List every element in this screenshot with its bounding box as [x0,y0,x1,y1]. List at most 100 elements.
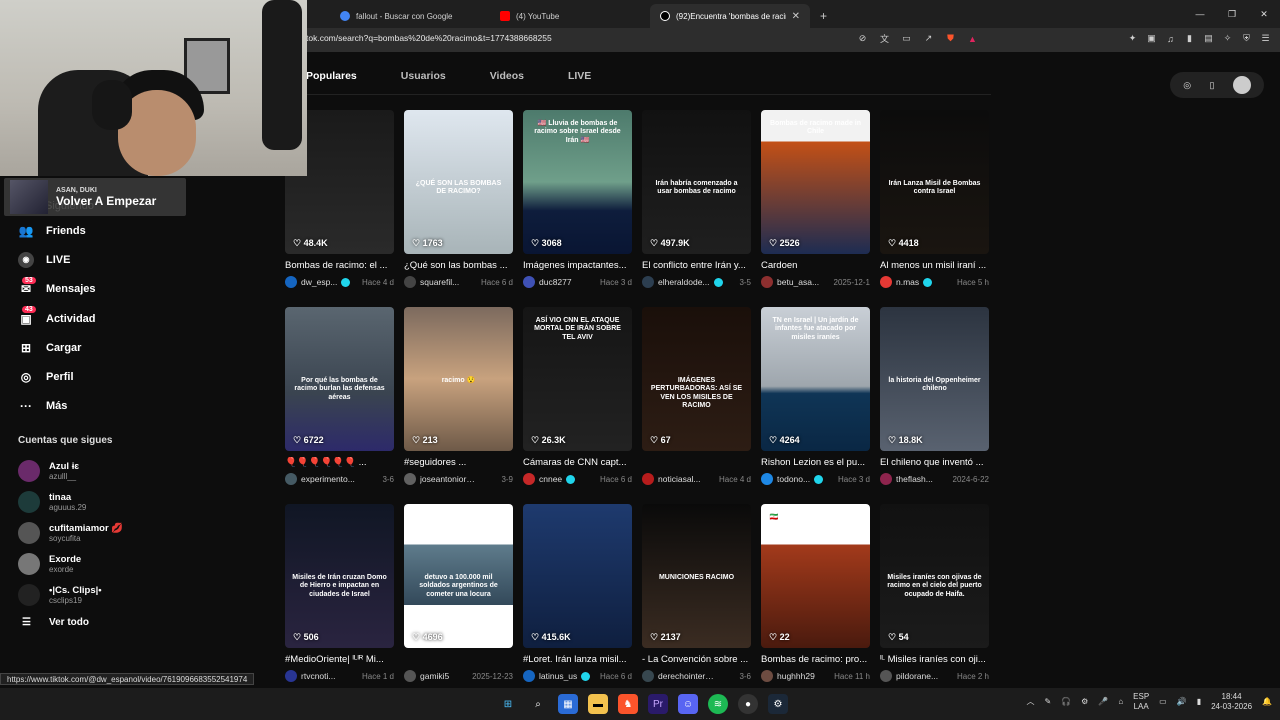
avatar[interactable] [523,276,535,288]
see-all-button[interactable]: ☰ Ver todo [0,610,270,634]
sidebar-item-more[interactable]: ··· Más [0,392,270,421]
video-card[interactable]: ASÍ VIO CNN EL ATAQUE MORTAL DE IRÁN SOB… [523,307,632,485]
avatar[interactable] [642,473,654,485]
video-card[interactable]: 🇮🇷 Irán impacta con misiles de racimo y … [761,504,870,682]
tab-usuarios[interactable]: Usuarios [401,70,446,92]
search-icon[interactable]: ⌕ [528,694,548,714]
tab-google[interactable]: fallout - Buscar con Google [330,4,490,28]
avatar[interactable] [523,670,535,682]
video-thumbnail[interactable]: ♡ 415.6K [523,504,632,648]
cast-icon[interactable]: ▭ [900,32,913,45]
menu-icon[interactable]: ☰ [1259,32,1272,45]
video-card[interactable]: Irán Lanza Misil de Bombas contra Israel… [880,110,989,288]
video-title[interactable]: - La Convención sobre ... [642,654,751,666]
wallet-icon[interactable]: ▤ [1202,32,1215,45]
video-title[interactable]: #Loret. Irán lanza misil... [523,654,632,666]
video-author[interactable]: joseantoniora... [420,474,478,484]
video-thumbnail[interactable]: ASÍ VIO CNN EL ATAQUE MORTAL DE IRÁN SOB… [523,307,632,451]
video-card[interactable]: ¿QUÉ SON LAS BOMBAS DE RACIMO? ♡ 1763 ¿Qué… [404,110,513,288]
video-author[interactable]: todono... [777,474,810,484]
premiere-icon[interactable]: Pr [648,694,668,714]
file-explorer-icon[interactable]: ▬ [588,694,608,714]
video-author[interactable]: rtvcnoti... [301,671,335,681]
tab-tiktok[interactable]: (92)Encuentra 'bombas de racimo ✕ [650,4,810,28]
steam-tray-icon[interactable]: ⚙ [1081,697,1088,706]
following-account[interactable]: cufitamiamor 💋 soycufita [0,517,270,548]
pen-icon[interactable]: ✎ [1045,697,1052,706]
video-author[interactable]: gamiki5 [420,671,449,681]
following-account[interactable]: Exorde exorde [0,548,270,579]
share-icon[interactable]: ↗ [922,32,935,45]
avatar[interactable] [880,670,892,682]
avatar[interactable] [285,276,297,288]
sidebar-item-profile[interactable]: ◎ Perfil [0,362,270,391]
video-thumbnail[interactable]: Irán Lanza Misil de Bombas contra Israel… [880,110,989,254]
new-tab-button[interactable]: + [810,4,837,28]
notifications-icon[interactable]: 🔔 [1262,697,1272,706]
avatar[interactable] [404,670,416,682]
sidebar-item-live[interactable]: ◉ LIVE [0,245,270,274]
close-tab-icon[interactable]: ✕ [792,11,800,22]
video-thumbnail[interactable]: 🇮🇷 Irán impacta con misiles de racimo y … [761,504,870,648]
battery-icon[interactable]: ▮ [1197,697,1201,706]
video-author[interactable]: cnnee [539,474,562,484]
tab-youtube[interactable]: (4) YouTube [490,4,650,28]
video-title[interactable]: #seguidores ... [404,457,513,469]
tab-videos[interactable]: Videos [490,70,524,92]
avatar[interactable] [880,276,892,288]
reader-icon[interactable]: ⊘ [856,32,869,45]
volume-icon[interactable]: 🔊 [1177,697,1187,706]
avatar[interactable] [761,473,773,485]
video-card[interactable]: Por qué las bombas de racimo burlan las … [285,307,394,485]
video-title[interactable] [642,457,751,469]
video-author[interactable]: squarefil... [420,277,459,287]
video-author[interactable]: experimento... [301,474,355,484]
video-title[interactable]: Bombas de racimo: pro... [761,654,870,666]
avatar[interactable] [880,473,892,485]
discord-icon[interactable]: ☺ [678,694,698,714]
spotify-icon[interactable]: ≋ [708,694,728,714]
avatar[interactable] [1232,76,1251,94]
network-icon[interactable]: ⌂ [1118,697,1123,706]
windows-start-icon[interactable]: ⊞ [498,694,518,714]
avatar[interactable] [523,473,535,485]
video-card[interactable]: ♡ 415.6K #Loret. Irán lanza misil... latin… [523,504,632,682]
video-author[interactable]: betu_asa... [777,277,819,287]
tab-populares[interactable]: Populares [306,70,357,92]
video-title[interactable]: Bombas de racimo: el ... [285,260,394,272]
sidebar-icon[interactable]: ▮ [1183,32,1196,45]
video-title[interactable]: 🎈🎈🎈🎈🎈🎈 ... [285,457,394,469]
extensions-icon[interactable]: ✦ [1126,32,1139,45]
following-account[interactable]: tinaa aguuus.29 [0,486,270,517]
avatar[interactable] [285,670,297,682]
video-card[interactable]: MUNICIONES RACIMO ♡ 2137 - La Convención s… [642,504,751,682]
headphones-icon[interactable]: 🎧 [1061,697,1071,706]
following-account[interactable]: Azul ɨɛ azulll__ [0,455,270,486]
video-title[interactable]: #MedioOriente| ᴵᴸᴵᴿ Mi... [285,654,394,666]
video-thumbnail[interactable]: Bombas de racimo made in Chile ♡ 2526 [761,110,870,254]
video-title[interactable]: Rishon Lezion es el pu... [761,457,870,469]
video-title[interactable]: Al menos un misil iraní ... [880,260,989,272]
video-author[interactable]: theflash... [896,474,933,484]
sidebar-item-upload[interactable]: ⊞ Cargar [0,333,270,362]
video-card[interactable]: Bombas de racimo made in Chile ♡ 2526 Card… [761,110,870,288]
video-thumbnail[interactable]: MUNICIONES RACIMO ♡ 2137 [642,504,751,648]
video-author[interactable]: n.mas [896,277,919,287]
video-card[interactable]: TN en Israel | Un jardín de infantes fue… [761,307,870,485]
video-thumbnail[interactable]: Irán habría comenzado a usar bombas de r… [642,110,751,254]
video-author[interactable]: latinus_us [539,671,577,681]
close-window-icon[interactable]: ✕ [1248,0,1280,28]
device-icon[interactable]: ▯ [1209,80,1214,91]
language-indicator[interactable]: ESP LAA [1133,692,1149,711]
url-field[interactable]: tok.com/search?q=bombas%20de%20racimo&t=… [306,33,552,43]
video-title[interactable]: ¿Qué son las bombas ... [404,260,513,272]
clock[interactable]: 18:44 24-03-2026 [1211,692,1252,711]
video-author[interactable]: derechointern... [658,671,716,681]
coins-icon[interactable]: ◎ [1183,80,1191,91]
video-thumbnail[interactable]: ¿QUÉ SON LAS BOMBAS DE RACIMO? ♡ 1763 [404,110,513,254]
video-thumbnail[interactable]: detuvo a 100.000 mil soldados argentinos… [404,504,513,648]
rewards-icon[interactable]: ▲ [966,32,979,45]
video-author[interactable]: noticiasal... [658,474,701,484]
video-title[interactable]: El chileno que inventó ... [880,457,989,469]
video-author[interactable]: elheraldode... [658,277,710,287]
